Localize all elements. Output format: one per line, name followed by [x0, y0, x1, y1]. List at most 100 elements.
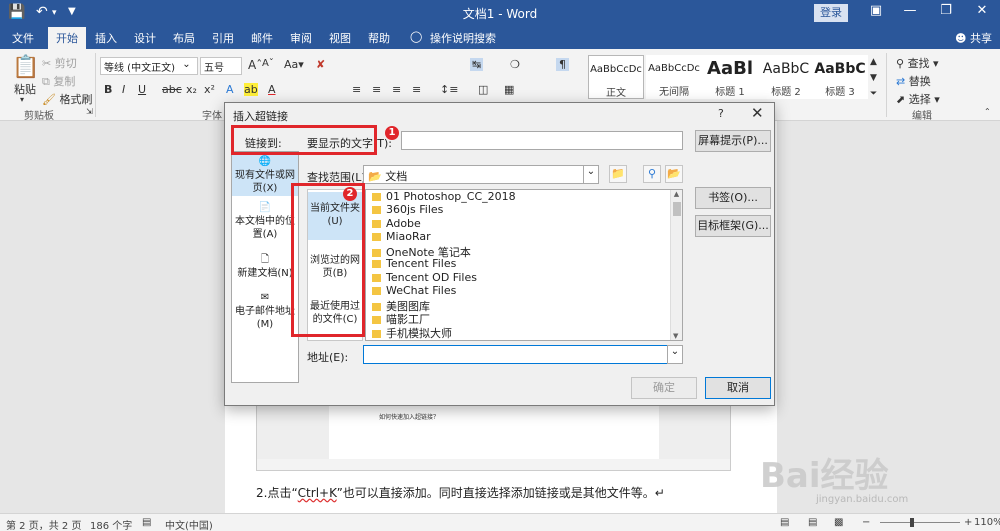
ok-button[interactable]: 确定: [631, 377, 697, 399]
look-in-combo[interactable]: 📂 文档: [363, 165, 599, 184]
paste-dropdown-icon[interactable]: ▾: [20, 95, 24, 104]
list-item[interactable]: OneNote 笔记本: [372, 244, 471, 259]
list-item[interactable]: Adobe: [372, 217, 421, 231]
focus-mode-icon[interactable]: ▤: [780, 517, 789, 528]
scroll-thumb[interactable]: [673, 202, 681, 216]
superscript-icon[interactable]: x²: [204, 83, 215, 96]
italic-icon[interactable]: I: [122, 83, 125, 96]
justify-icon[interactable]: ≡: [412, 83, 421, 96]
find-button[interactable]: ⚲ 查找 ▾: [896, 55, 939, 71]
scroll-down-icon[interactable]: ▼: [673, 332, 678, 340]
show-marks-icon[interactable]: ↹: [470, 58, 484, 71]
zoom-in-icon[interactable]: +: [964, 517, 972, 528]
list-item[interactable]: WeChat Files: [372, 284, 456, 298]
help-icon[interactable]: ?: [718, 107, 724, 120]
zoom-level[interactable]: 110%: [974, 517, 1000, 528]
paste-icon[interactable]: 📋: [12, 55, 39, 80]
zoom-slider-thumb[interactable]: [910, 518, 914, 527]
paste-button[interactable]: 粘贴: [14, 81, 36, 97]
address-input[interactable]: [363, 345, 683, 364]
close-icon[interactable]: ✕: [751, 104, 764, 122]
copy-button[interactable]: ⧉ 复制: [42, 73, 75, 89]
existing-file-item[interactable]: 🌐 现有文件或网页(X): [232, 154, 298, 196]
tell-me-search[interactable]: 操作说明搜索: [430, 30, 496, 46]
tab-layout[interactable]: 布局: [173, 30, 195, 46]
asian-layout-icon[interactable]: ❍: [510, 58, 520, 71]
font-name-dropdown-icon[interactable]: ⌄: [176, 57, 198, 75]
place-in-document-item[interactable]: 📄 本文档中的位置(A): [232, 202, 298, 240]
strikethrough-icon[interactable]: abc: [162, 83, 182, 96]
file-list-scrollbar[interactable]: ▲ ▼: [670, 190, 682, 340]
underline-icon[interactable]: U: [138, 83, 146, 96]
tab-help[interactable]: 帮助: [368, 30, 390, 46]
minimize-icon[interactable]: —: [900, 3, 920, 18]
look-in-dropdown-icon[interactable]: ⌄: [583, 165, 599, 184]
styles-more-icon[interactable]: ⏷: [870, 89, 877, 99]
list-item[interactable]: 360js Files: [372, 203, 443, 217]
word-count[interactable]: 186 个字: [90, 517, 132, 531]
close-window-icon[interactable]: ✕: [972, 3, 992, 18]
proofing-icon[interactable]: ▤: [142, 517, 151, 528]
browse-folder-icon[interactable]: 📁: [609, 165, 627, 183]
paragraph-mark-icon[interactable]: ¶: [556, 58, 569, 71]
borders-icon[interactable]: ▦: [504, 83, 514, 96]
highlight-color-icon[interactable]: ab: [244, 83, 258, 96]
shading-icon[interactable]: ◫: [478, 83, 488, 96]
scroll-up-icon[interactable]: ▲: [674, 190, 679, 198]
target-frame-button[interactable]: 目标框架(G)...: [695, 215, 771, 237]
list-item[interactable]: 喵影工厂: [372, 311, 430, 326]
list-item[interactable]: 手机模拟大师: [372, 325, 452, 340]
zoom-slider[interactable]: [880, 522, 960, 523]
style-heading-1[interactable]: AaBl 标题 1: [702, 55, 758, 99]
select-button[interactable]: ⬈ 选择 ▾: [896, 91, 940, 107]
subscript-icon[interactable]: x₂: [186, 83, 197, 96]
styles-scroll-up-icon[interactable]: ▲: [870, 57, 877, 67]
cut-button[interactable]: ✂ 剪切: [42, 55, 77, 71]
tab-mailings[interactable]: 邮件: [251, 30, 273, 46]
tab-insert[interactable]: 插入: [95, 30, 117, 46]
email-address-item[interactable]: ✉ 电子邮件地址(M): [232, 292, 298, 330]
share-button[interactable]: ☻ 共享: [955, 30, 992, 46]
text-effects-icon[interactable]: A: [226, 83, 234, 96]
display-text-input[interactable]: [401, 131, 683, 150]
body-paragraph[interactable]: 2.点击“Ctrl+K”也可以直接添加。同时直接选择添加链接或是其他文件等。↵: [256, 484, 665, 501]
tab-file[interactable]: 文件: [12, 30, 34, 46]
address-dropdown-icon[interactable]: ⌄: [667, 345, 683, 364]
language[interactable]: 中文(中国): [165, 517, 213, 531]
tab-references[interactable]: 引用: [212, 30, 234, 46]
style-heading-2[interactable]: AaBbC 标题 2: [758, 55, 814, 99]
collapse-ribbon-icon[interactable]: ⌃: [984, 107, 991, 116]
style-normal[interactable]: AaBbCcDc 正文: [588, 55, 644, 99]
maximize-icon[interactable]: ❐: [936, 3, 956, 18]
list-item[interactable]: MiaoRar: [372, 230, 431, 244]
align-center-icon[interactable]: ≡: [372, 83, 381, 96]
tab-design[interactable]: 设计: [134, 30, 156, 46]
change-case-icon[interactable]: Aa▾: [284, 58, 304, 71]
list-item[interactable]: Tencent Files: [372, 257, 456, 271]
list-item[interactable]: Tencent OD Files: [372, 271, 477, 285]
style-heading-3[interactable]: AaBbC 标题 3: [812, 55, 868, 99]
browse-file-icon[interactable]: 📂: [665, 165, 683, 183]
line-spacing-icon[interactable]: ↕≡: [440, 83, 458, 96]
cancel-button[interactable]: 取消: [705, 377, 771, 399]
login-button[interactable]: 登录: [814, 4, 848, 22]
align-left-icon[interactable]: ≡: [352, 83, 361, 96]
screen-tip-button[interactable]: 屏幕提示(P)...: [695, 130, 771, 152]
list-item[interactable]: 美图图库: [372, 298, 430, 313]
tab-review[interactable]: 审阅: [290, 30, 312, 46]
list-item[interactable]: 01 Photoshop_CC_2018: [372, 190, 516, 204]
styles-scroll-down-icon[interactable]: ▼: [870, 73, 877, 83]
read-mode-icon[interactable]: ▤: [808, 517, 817, 528]
grow-font-icon[interactable]: Aˆ: [248, 58, 262, 72]
format-painter-button[interactable]: 🖌 格式刷: [42, 91, 92, 107]
tab-home[interactable]: 开始: [48, 27, 86, 49]
browse-web-icon[interactable]: ⚲: [643, 165, 661, 183]
clear-formatting-icon[interactable]: ✘: [316, 58, 325, 71]
zoom-out-icon[interactable]: −: [862, 517, 870, 528]
new-document-item[interactable]: 🗋 新建文档(N): [232, 254, 298, 282]
ribbon-display-options-icon[interactable]: ▣: [866, 3, 886, 18]
tab-view[interactable]: 视图: [329, 30, 351, 46]
style-no-spacing[interactable]: AaBbCcDc 无间隔: [646, 55, 702, 99]
page-count[interactable]: 第 2 页，共 2 页: [6, 517, 81, 531]
align-right-icon[interactable]: ≡: [392, 83, 401, 96]
